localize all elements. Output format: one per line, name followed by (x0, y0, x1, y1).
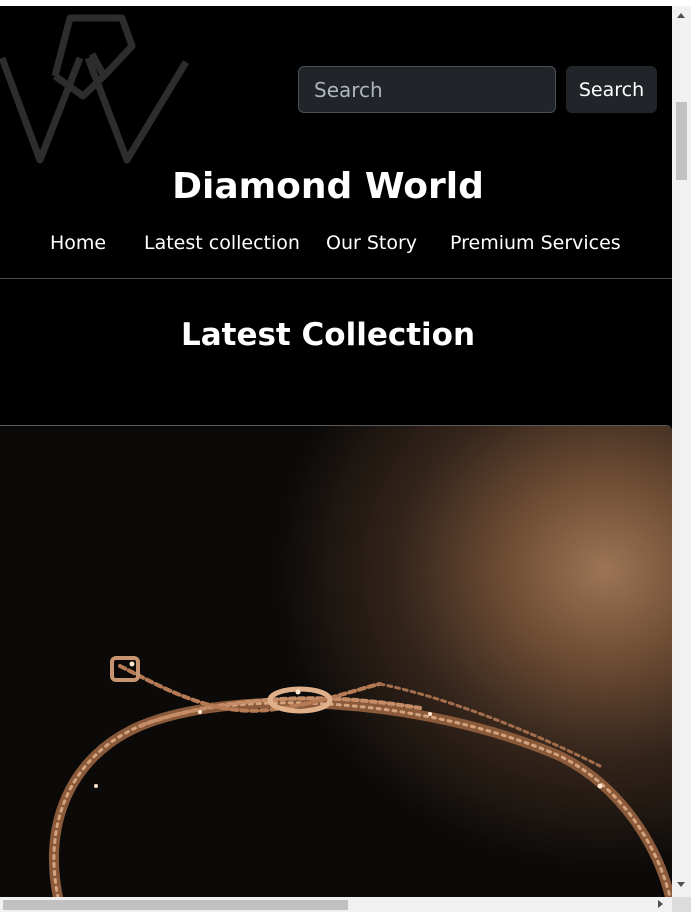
horizontal-scrollbar[interactable] (0, 897, 672, 912)
scrollbar-corner (672, 897, 691, 912)
search-button[interactable]: Search (566, 66, 657, 113)
main-nav: Home Latest collection Our Story Premium… (0, 232, 656, 262)
nav-link-premium-services[interactable]: Premium Services (450, 232, 621, 254)
site-title: Diamond World (172, 166, 484, 207)
section-title: Latest Collection (180, 317, 476, 353)
page: Search Diamond World Home Latest collect… (0, 6, 672, 897)
nav-link-latest-collection[interactable]: Latest collection (144, 232, 300, 254)
scroll-up-icon[interactable] (677, 13, 685, 18)
horizontal-scroll-thumb[interactable] (3, 900, 348, 910)
nav-link-our-story[interactable]: Our Story (326, 232, 417, 254)
vertical-scroll-thumb[interactable] (676, 102, 687, 180)
bracelet-image (48, 656, 672, 897)
header-divider (0, 278, 672, 279)
nav-link-home[interactable]: Home (50, 232, 106, 254)
logo-icon[interactable] (0, 14, 190, 164)
vertical-scrollbar[interactable] (672, 6, 691, 897)
search-input[interactable] (298, 66, 556, 113)
collection-card[interactable] (0, 425, 672, 897)
scroll-right-icon[interactable] (658, 900, 663, 908)
scroll-down-icon[interactable] (677, 882, 685, 887)
